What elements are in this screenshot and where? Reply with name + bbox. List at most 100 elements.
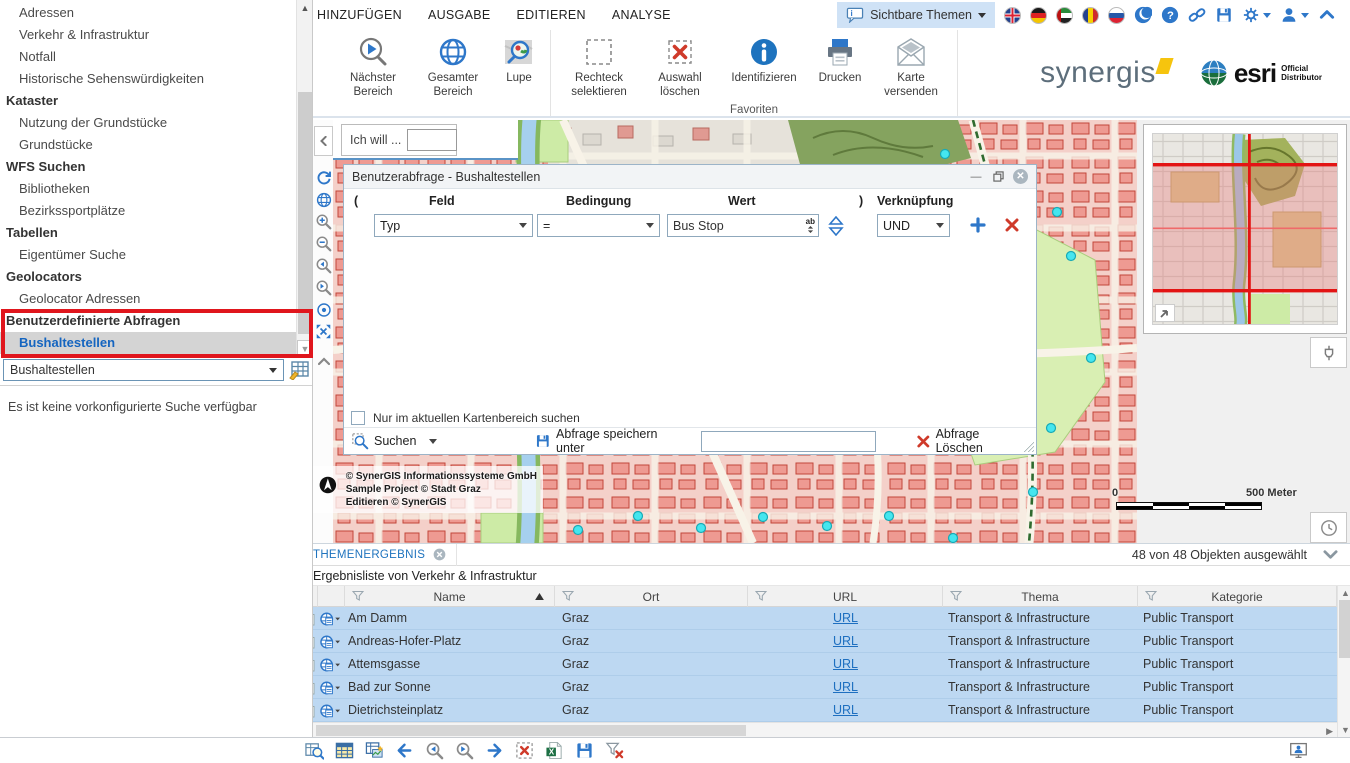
edit-table-icon[interactable] <box>288 360 310 380</box>
table-row[interactable]: Am Damm Graz URL Transport & Infrastruct… <box>300 607 1350 630</box>
add-row-icon[interactable] <box>970 217 986 233</box>
search-button[interactable]: Suchen <box>352 433 437 450</box>
table-row[interactable]: Attemsgasse Graz URL Transport & Infrast… <box>300 653 1350 676</box>
zoom-next-icon[interactable] <box>455 741 474 760</box>
ribbon-tab[interactable]: HINZUFÜGEN <box>317 8 402 22</box>
language-flag-russia-icon[interactable] <box>1108 7 1125 24</box>
sidebar-item[interactable]: Notfall <box>0 46 296 68</box>
scrollbar-thumb[interactable] <box>298 92 312 334</box>
cell-url-link[interactable]: URL <box>748 653 943 676</box>
excel-export-icon[interactable]: X <box>545 741 564 760</box>
filter-icon[interactable] <box>1145 590 1157 602</box>
scroll-up-icon[interactable]: ▲ <box>297 0 313 16</box>
user-menu-button[interactable] <box>1280 6 1309 24</box>
next-extent-button[interactable]: Nächster Bereich <box>334 34 412 102</box>
dialog-title-bar[interactable]: Benutzerabfrage - Bushaltestellen — ✕ <box>344 165 1036 189</box>
settings-button[interactable] <box>1242 6 1271 24</box>
globe-icon[interactable] <box>314 190 333 209</box>
sidebar-item[interactable]: Eigentümer Suche <box>0 244 296 266</box>
zoom-in-icon[interactable] <box>314 212 333 231</box>
previous-record-icon[interactable] <box>395 741 414 760</box>
clear-filter-icon[interactable] <box>605 741 624 760</box>
condition-select[interactable]: = <box>537 214 660 237</box>
scroll-down-icon[interactable]: ▼ <box>297 340 313 357</box>
sidebar-item[interactable]: Geolocator Adressen <box>0 288 296 310</box>
next-record-icon[interactable] <box>485 741 504 760</box>
close-tab-icon[interactable] <box>433 548 446 561</box>
ribbon-tab[interactable]: ANALYSE <box>612 8 671 22</box>
cell-url-link[interactable]: URL <box>748 699 943 722</box>
ribbon-tab[interactable]: AUSGABE <box>428 8 491 22</box>
language-flag-germany-icon[interactable] <box>1030 7 1047 24</box>
overview-map[interactable] <box>1152 133 1338 325</box>
column-header-url[interactable]: URL <box>748 586 943 607</box>
cell-url-link[interactable]: URL <box>748 676 943 699</box>
search-theme-select[interactable]: Bushaltestellen <box>3 359 284 381</box>
collapse-left-icon[interactable] <box>314 126 333 156</box>
link-icon[interactable] <box>1188 6 1206 24</box>
column-header-ort[interactable]: Ort <box>555 586 748 607</box>
sidebar-item[interactable]: Historische Sehenswürdigkeiten <box>0 68 296 90</box>
cell-url-link[interactable]: URL <box>748 607 943 630</box>
send-map-button[interactable]: Karte versenden <box>871 34 951 102</box>
time-slider-button[interactable] <box>1310 512 1347 543</box>
refresh-icon[interactable] <box>314 168 333 187</box>
remove-row-icon[interactable] <box>1004 217 1020 233</box>
visible-themes-button[interactable]: i Sichtbare Themen <box>837 2 995 28</box>
save-icon[interactable] <box>575 741 594 760</box>
table-row[interactable]: Bad zur Sonne Graz URL Transport & Infra… <box>300 676 1350 699</box>
next-extent-icon[interactable] <box>314 278 333 297</box>
delete-query-button[interactable]: Abfrage Löschen <box>916 427 1028 455</box>
collapse-panel-icon[interactable] <box>1323 547 1338 562</box>
sidebar-item[interactable]: Bibliotheken <box>0 178 296 200</box>
clear-selection-button[interactable]: Auswahl löschen <box>641 34 719 102</box>
pin-overview-button[interactable] <box>1310 337 1347 368</box>
results-tab[interactable]: THEMENERGEBNIS <box>300 544 457 566</box>
scroll-right-icon[interactable]: ▶ <box>1326 726 1333 737</box>
language-flag-romania-icon[interactable] <box>1082 7 1099 24</box>
scroll-up-icon[interactable]: ▲ <box>1341 588 1350 598</box>
scrollbar-thumb[interactable] <box>316 725 746 736</box>
value-input[interactable]: Bus Stop ab <box>667 214 819 237</box>
center-map-icon[interactable] <box>314 300 333 319</box>
save-icon[interactable] <box>1215 6 1233 24</box>
sidebar-item[interactable]: Geolocators <box>0 266 296 288</box>
scroll-down-icon[interactable]: ▼ <box>1341 725 1350 735</box>
i-want-to-input[interactable] <box>407 129 457 151</box>
table-icon[interactable] <box>335 741 354 760</box>
sidebar-item[interactable]: Benutzerdefinierte Abfragen <box>0 310 296 332</box>
column-header-kategorie[interactable]: Kategorie <box>1138 586 1337 607</box>
save-query-name-input[interactable] <box>701 431 876 452</box>
table-row[interactable]: Dietrichsteinplatz Graz URL Transport & … <box>300 699 1350 722</box>
help-icon[interactable]: ? <box>1161 6 1179 24</box>
close-icon[interactable]: ✕ <box>1013 169 1028 184</box>
collapse-up-icon[interactable] <box>314 352 333 371</box>
sidebar-item[interactable]: Kataster <box>0 90 296 112</box>
sidebar-item[interactable]: Adressen <box>0 2 296 24</box>
sidebar-item[interactable]: Nutzung der Grundstücke <box>0 112 296 134</box>
scrollbar-thumb[interactable] <box>1339 600 1350 658</box>
overview-collapse-icon[interactable] <box>1155 304 1175 322</box>
value-picker-icon[interactable] <box>828 216 844 236</box>
presentation-icon[interactable] <box>1289 741 1308 760</box>
minimize-icon[interactable]: — <box>969 170 983 184</box>
language-flag-uae-icon[interactable] <box>1056 7 1073 24</box>
cell-url-link[interactable]: URL <box>748 630 943 653</box>
filter-icon[interactable] <box>755 590 767 602</box>
ribbon-tab[interactable]: EDITIEREN <box>517 8 586 22</box>
identify-button[interactable]: Identifizieren <box>719 34 809 102</box>
current-extent-checkbox[interactable] <box>351 411 365 425</box>
field-select[interactable]: Typ <box>374 214 533 237</box>
print-button[interactable]: Drucken <box>809 34 871 102</box>
filter-icon[interactable] <box>352 590 364 602</box>
table-report-icon[interactable] <box>365 741 384 760</box>
full-extent-button[interactable]: Gesamter Bereich <box>412 34 494 102</box>
sidebar-item[interactable]: Tabellen <box>0 222 296 244</box>
restore-icon[interactable] <box>991 170 1005 184</box>
sidebar-item[interactable]: Bezirkssportplätze <box>0 200 296 222</box>
filter-icon[interactable] <box>950 590 962 602</box>
crescent-icon[interactable] <box>1134 6 1152 24</box>
collapse-up-icon[interactable] <box>1318 6 1336 24</box>
clear-selection-icon[interactable] <box>515 741 534 760</box>
save-query-button[interactable]: Abfrage speichern unter <box>535 427 686 455</box>
